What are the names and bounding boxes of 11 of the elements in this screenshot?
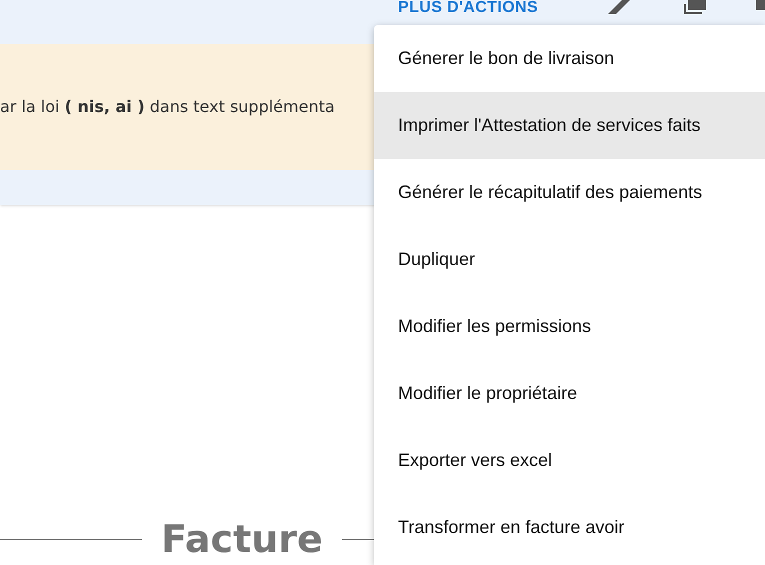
notice-text: ar la loi ( nis, ai ) dans text supplémenta [0, 96, 335, 118]
menu-item[interactable]: Dupliquer [374, 226, 765, 293]
menu-item[interactable]: Modifier les permissions [374, 293, 765, 360]
document-title: Facture [161, 520, 323, 558]
menu-item[interactable]: Génerer le bon de livraison [374, 25, 765, 92]
menu-item[interactable]: Générer le récapitulatif des paiements [374, 159, 765, 226]
menu-item[interactable]: Imprimer l'Attestation de services faits [374, 92, 765, 159]
menu-item[interactable]: Modifier le propriétaire [374, 360, 765, 427]
menu-item[interactable]: Transformer en facture avoir [374, 494, 765, 561]
more-actions-link[interactable]: PLUS D'ACTIONS [398, 0, 538, 16]
menu-item[interactable]: Exporter vers excel [374, 427, 765, 494]
